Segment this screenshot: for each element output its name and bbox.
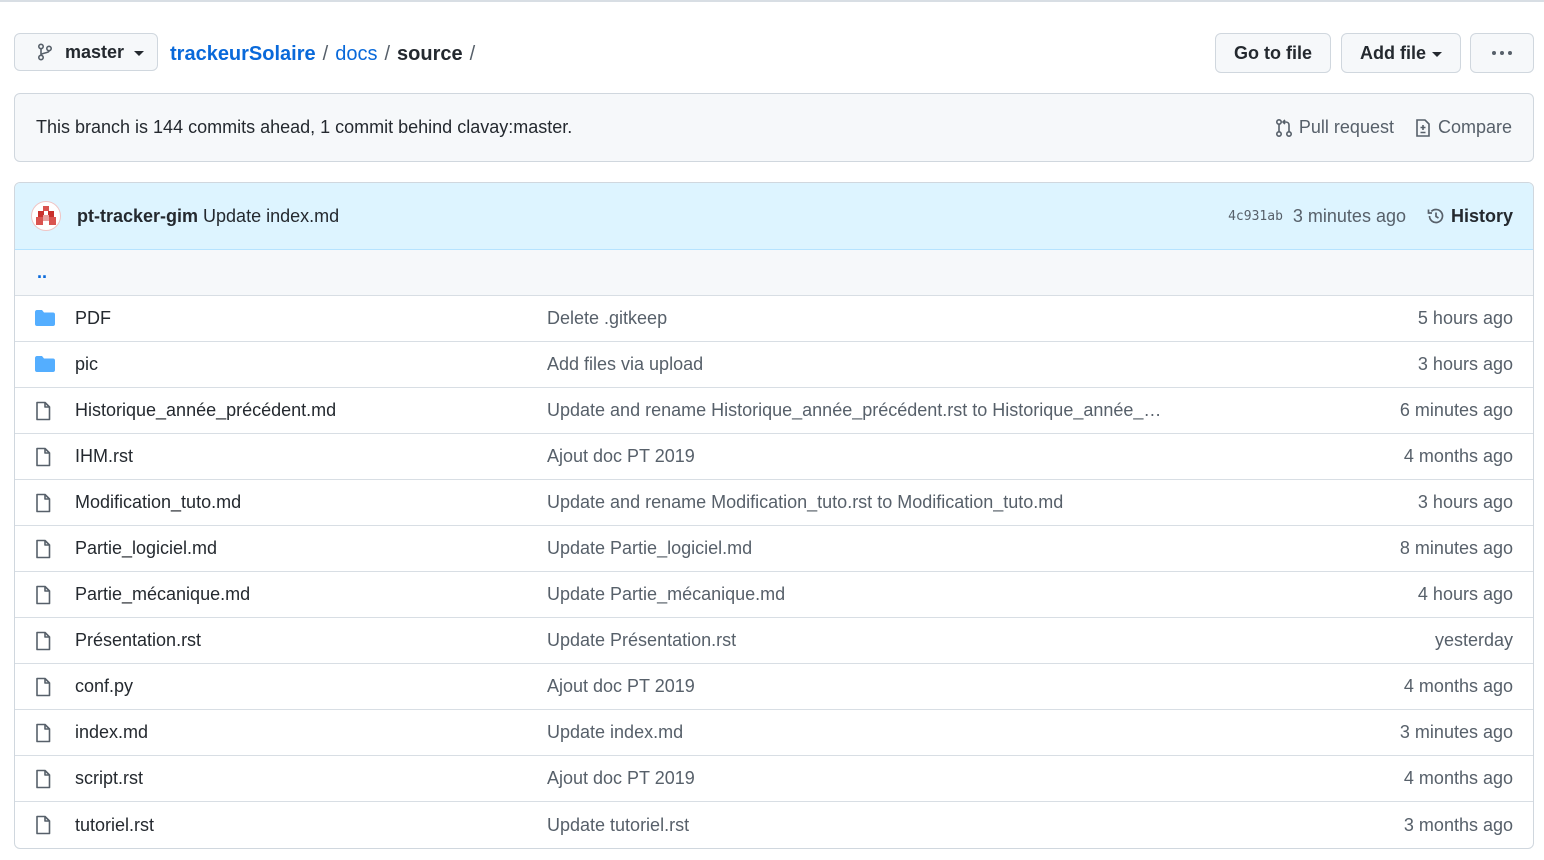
commit-time: 3 minutes ago: [1292, 205, 1406, 226]
file-name[interactable]: Présentation.rst: [75, 630, 201, 651]
breadcrumb-current: source: [397, 43, 463, 65]
file-row[interactable]: pic Add files via upload 3 hours ago: [15, 342, 1533, 388]
commit-sha[interactable]: 4c931ab: [1228, 209, 1283, 224]
breadcrumb-separator: /: [384, 43, 391, 65]
more-options-icon: [1492, 51, 1512, 55]
file-commit-message[interactable]: Update and rename Modification_tuto.rst …: [547, 492, 1063, 513]
file-commit-age: 6 minutes ago: [1399, 400, 1513, 420]
chevron-down-icon: [134, 50, 145, 56]
go-to-file-button[interactable]: Go to file: [1215, 33, 1331, 73]
file-commit-message[interactable]: Update tutoriel.rst: [547, 815, 689, 836]
file-icon: [34, 769, 56, 789]
breadcrumb: trackeurSolaire / docs / source /: [170, 40, 482, 68]
file-name[interactable]: index.md: [75, 722, 148, 743]
file-commit-age: yesterday: [1434, 630, 1513, 650]
history-icon: [1427, 208, 1444, 224]
history-label: History: [1450, 205, 1513, 226]
file-commit-age: 4 months ago: [1403, 768, 1513, 788]
file-commit-age: 3 hours ago: [1417, 354, 1513, 374]
file-name[interactable]: Modification_tuto.md: [75, 492, 241, 513]
file-icon: [34, 723, 56, 743]
file-icon: [34, 585, 56, 605]
file-commit-message[interactable]: Update index.md: [547, 722, 683, 743]
branch-status-message: This branch is 144 commits ahead, 1 comm…: [36, 117, 573, 137]
top-divider: [0, 0, 1544, 2]
file-row[interactable]: Modification_tuto.md Update and rename Mo…: [15, 480, 1533, 526]
file-name[interactable]: pic: [75, 354, 98, 375]
compare-link[interactable]: Compare: [1414, 117, 1512, 138]
file-commit-message[interactable]: Add files via upload: [547, 354, 703, 375]
breadcrumb-repo-link[interactable]: trackeurSolaire: [170, 40, 316, 68]
file-commit-age: 4 months ago: [1403, 446, 1513, 466]
chevron-down-icon: [1432, 51, 1442, 57]
file-commit-message[interactable]: Ajout doc PT 2019: [547, 446, 695, 467]
go-to-file-label: Go to file: [1234, 42, 1312, 63]
compare-icon: [1416, 118, 1430, 137]
add-file-label: Add file: [1360, 42, 1426, 63]
file-commit-message[interactable]: Update Présentation.rst: [547, 630, 736, 651]
file-row[interactable]: IHM.rst Ajout doc PT 2019 4 months ago: [15, 434, 1533, 480]
file-row[interactable]: Partie_logiciel.md Update Partie_logiciel…: [15, 526, 1533, 572]
file-commit-message[interactable]: Update and rename Historique_année_précé…: [547, 400, 1161, 421]
latest-commit-bar: pt-tracker-gim Update index.md 4c931ab 3…: [15, 183, 1533, 250]
parent-directory-link[interactable]: ..: [15, 250, 1533, 296]
file-name[interactable]: IHM.rst: [75, 446, 133, 467]
file-row[interactable]: Historique_année_précédent.md Update and …: [15, 388, 1533, 434]
git-branch-icon: [37, 43, 53, 61]
file-name[interactable]: tutoriel.rst: [75, 815, 154, 836]
file-row[interactable]: Partie_mécanique.md Update Partie_mécaniq…: [15, 572, 1533, 618]
file-commit-message[interactable]: Ajout doc PT 2019: [547, 768, 695, 789]
file-name[interactable]: Historique_année_précédent.md: [75, 400, 336, 421]
branch-name: master: [65, 41, 125, 62]
pull-request-link[interactable]: Pull request: [1275, 117, 1394, 138]
file-row[interactable]: script.rst Ajout doc PT 2019 4 months ago: [15, 756, 1533, 802]
file-commit-age: 4 hours ago: [1417, 584, 1513, 604]
parent-directory-label: ..: [37, 262, 48, 282]
compare-label: Compare: [1437, 117, 1512, 137]
file-icon: [34, 815, 56, 835]
file-name[interactable]: Partie_mécanique.md: [75, 584, 250, 605]
file-icon: [34, 677, 56, 697]
file-name[interactable]: PDF: [75, 308, 111, 329]
file-row[interactable]: tutoriel.rst Update tutoriel.rst 3 months …: [15, 802, 1533, 848]
file-row[interactable]: Présentation.rst Update Présentation.rst y…: [15, 618, 1533, 664]
branch-select-button[interactable]: master: [14, 33, 158, 71]
file-row[interactable]: PDF Delete .gitkeep 5 hours ago: [15, 296, 1533, 342]
more-options-button[interactable]: [1470, 33, 1534, 73]
file-commit-age: 3 minutes ago: [1399, 722, 1513, 742]
commit-author[interactable]: pt-tracker-gim: [77, 206, 198, 227]
file-icon: [34, 493, 56, 513]
file-name[interactable]: script.rst: [75, 768, 143, 789]
pull-request-icon: [1275, 118, 1292, 137]
file-row[interactable]: index.md Update index.md 3 minutes ago: [15, 710, 1533, 756]
breadcrumb-docs-link[interactable]: docs: [335, 40, 377, 68]
breadcrumb-separator: /: [469, 43, 476, 65]
file-icon: [34, 447, 56, 467]
commit-message[interactable]: Update index.md: [203, 206, 1228, 227]
file-commit-message[interactable]: Update Partie_logiciel.md: [547, 538, 752, 559]
file-commit-age: 5 hours ago: [1417, 308, 1513, 328]
file-name[interactable]: Partie_logiciel.md: [75, 538, 217, 559]
file-commit-message[interactable]: Delete .gitkeep: [547, 308, 667, 329]
folder-icon: [34, 309, 56, 329]
branch-status-bar: This branch is 144 commits ahead, 1 comm…: [14, 93, 1534, 162]
file-name[interactable]: conf.py: [75, 676, 133, 697]
file-commit-message[interactable]: Update Partie_mécanique.md: [547, 584, 785, 605]
folder-icon: [34, 355, 56, 375]
avatar[interactable]: [31, 201, 61, 231]
file-icon: [34, 539, 56, 559]
file-commit-message[interactable]: Ajout doc PT 2019: [547, 676, 695, 697]
file-commit-age: 3 hours ago: [1417, 492, 1513, 512]
file-listing: pt-tracker-gim Update index.md 4c931ab 3…: [14, 182, 1534, 849]
file-icon: [34, 401, 56, 421]
history-link[interactable]: History: [1426, 206, 1513, 227]
file-commit-age: 4 months ago: [1403, 676, 1513, 696]
pull-request-label: Pull request: [1298, 117, 1394, 137]
file-row[interactable]: conf.py Ajout doc PT 2019 4 months ago: [15, 664, 1533, 710]
file-commit-age: 3 months ago: [1403, 814, 1513, 835]
add-file-button[interactable]: Add file: [1341, 33, 1461, 73]
file-icon: [34, 631, 56, 651]
breadcrumb-separator: /: [322, 43, 329, 65]
file-commit-age: 8 minutes ago: [1399, 538, 1513, 558]
